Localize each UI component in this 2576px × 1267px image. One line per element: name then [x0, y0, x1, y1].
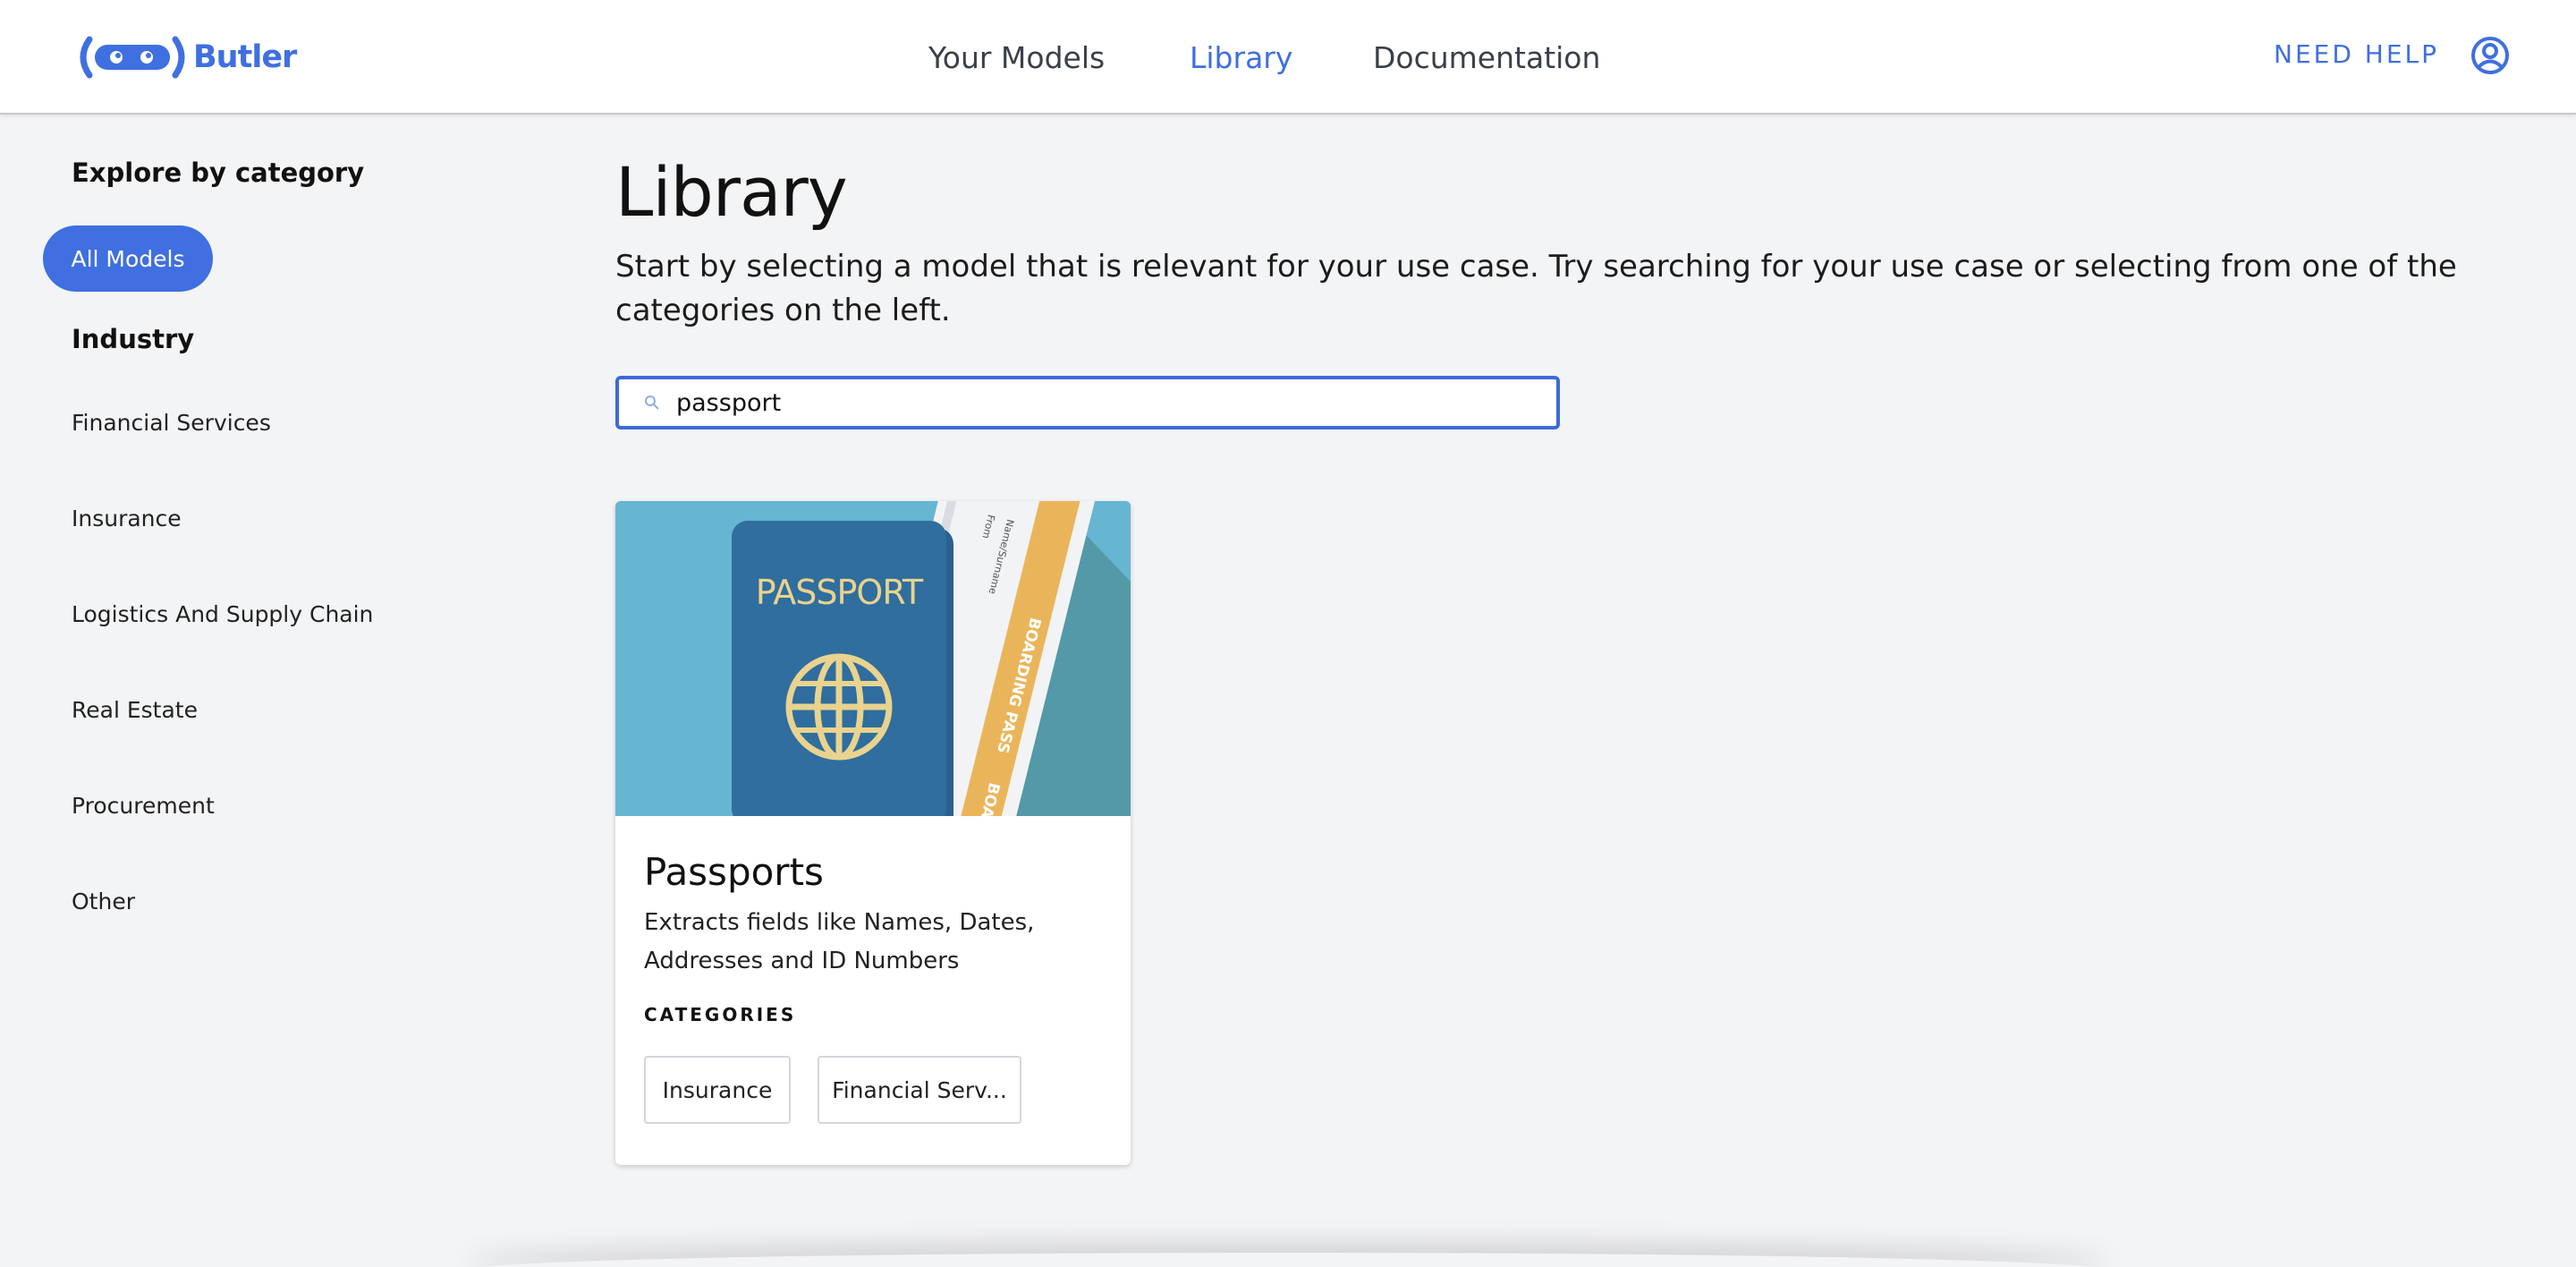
globe-icon [785, 653, 893, 761]
passport-card-image: BOARDING PASS BOARDIN Name/Surname From … [615, 501, 1131, 816]
category-procurement[interactable]: Procurement [72, 793, 215, 819]
logo[interactable]: Butler [77, 36, 297, 79]
all-models-button[interactable]: All Models [43, 225, 213, 292]
page-title: Library [615, 152, 848, 232]
nav-library[interactable]: Library [1190, 36, 1292, 79]
industry-title: Industry [72, 324, 195, 354]
search-icon [645, 395, 659, 410]
user-circle-icon[interactable] [2470, 36, 2510, 75]
model-card-passports[interactable]: BOARDING PASS BOARDIN Name/Surname From … [615, 501, 1131, 1165]
explore-title: Explore by category [72, 157, 365, 188]
category-other[interactable]: Other [72, 889, 135, 914]
chip-financial-services[interactable]: Financial Serv... [818, 1056, 1021, 1124]
category-insurance[interactable]: Insurance [72, 506, 182, 531]
category-financial-services[interactable]: Financial Services [72, 410, 271, 436]
card-description: Extracts fields like Names, Dates, Addre… [644, 909, 1035, 974]
nav-your-models[interactable]: Your Models [928, 36, 1105, 79]
search-box[interactable] [615, 376, 1560, 429]
bottom-shadow [465, 1253, 2111, 1267]
logo-text: Butler [193, 39, 297, 75]
need-help-link[interactable]: NEED HELP [2274, 39, 2439, 69]
top-header: Butler Your Models Library Documentation… [0, 0, 2576, 115]
category-real-estate[interactable]: Real Estate [72, 697, 198, 723]
category-logistics[interactable]: Logistics And Supply Chain [72, 601, 373, 627]
nav-documentation[interactable]: Documentation [1373, 36, 1600, 79]
search-input[interactable] [676, 388, 1535, 417]
card-title: Passports [644, 850, 824, 894]
butler-logo-icon [80, 36, 185, 79]
card-categories-label: CATEGORIES [644, 1004, 797, 1025]
passport-cover-text: PASSPORT [756, 573, 924, 612]
page-description: Start by selecting a model that is relev… [615, 249, 2457, 328]
chip-insurance[interactable]: Insurance [644, 1056, 791, 1124]
